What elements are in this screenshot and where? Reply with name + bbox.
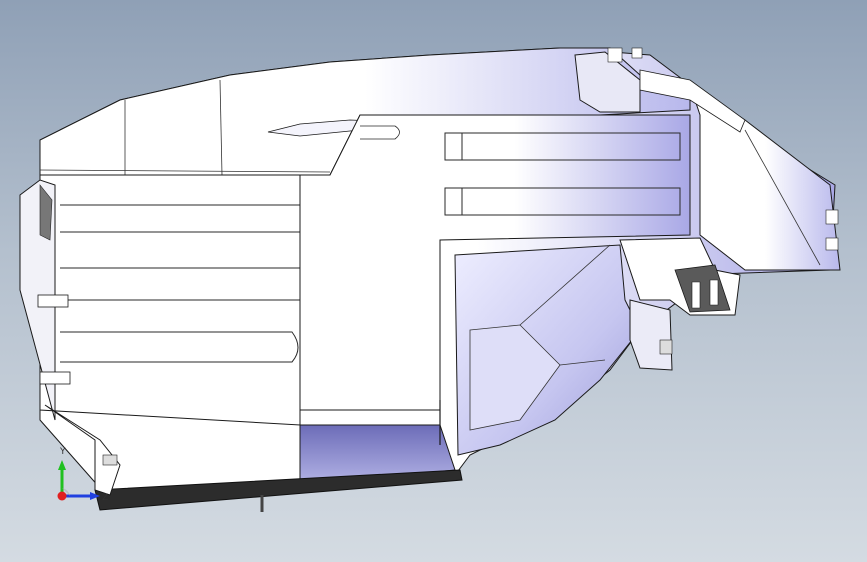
cad-model[interactable] [0, 0, 867, 562]
z-axis-dot [57, 491, 67, 501]
y-axis-arrow [58, 460, 66, 470]
x-axis-arrow [90, 492, 100, 500]
z-axis-label: Z [102, 493, 108, 503]
y-axis-label: Y [59, 447, 66, 457]
graphics-viewport[interactable]: Y Z [0, 0, 867, 562]
coordinate-triad: Y Z [57, 447, 108, 503]
